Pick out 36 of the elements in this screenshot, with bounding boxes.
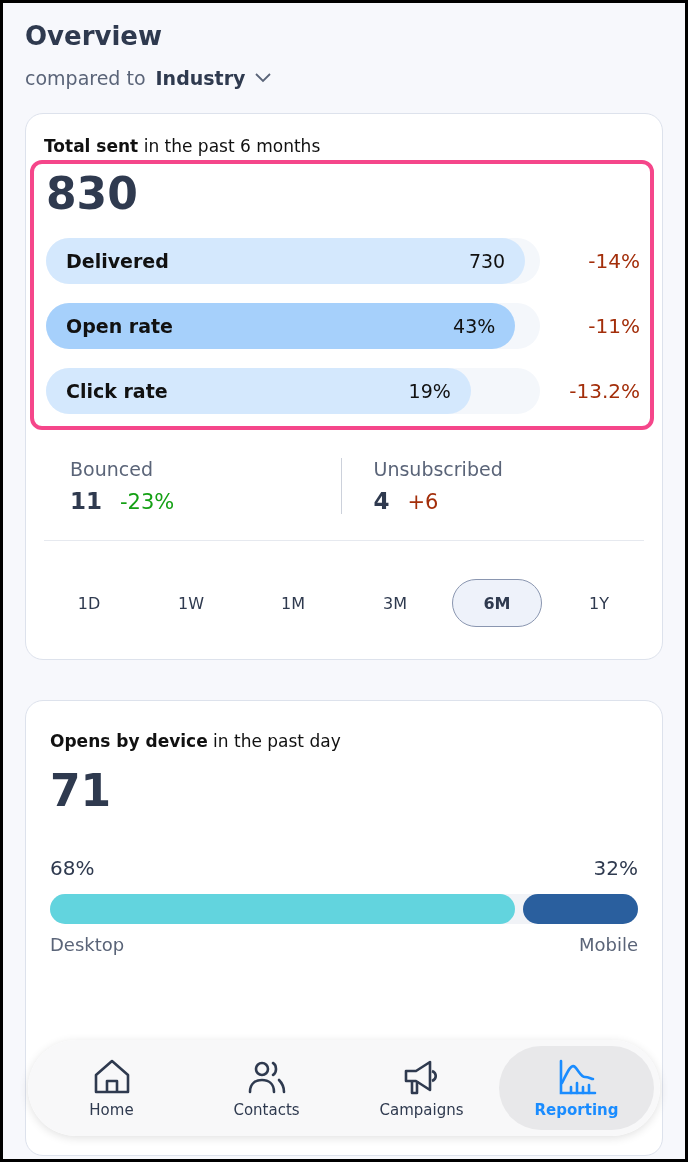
share-value: 68% xyxy=(50,856,95,880)
stat-label: Unsubscribed xyxy=(373,458,504,480)
range-tab[interactable]: 6M xyxy=(452,579,542,627)
total-value: 830 xyxy=(46,168,139,219)
metric-change: -11% xyxy=(587,314,640,338)
metric-value: 19% xyxy=(408,380,451,402)
stat-value: 4 xyxy=(373,488,390,514)
page-title: Overview xyxy=(25,21,164,51)
nav-tab[interactable]: Home xyxy=(34,1046,189,1130)
metric-value: 43% xyxy=(453,315,496,337)
card-title: Opens by device in the past day xyxy=(50,731,342,751)
stat-change: +6 xyxy=(407,490,439,514)
nav-tab[interactable]: Campaigns xyxy=(344,1046,499,1130)
card-title: Total sent in the past 6 months xyxy=(44,136,322,156)
range-tab[interactable]: 1Y xyxy=(554,579,644,627)
nav-tab[interactable]: Contacts xyxy=(189,1046,344,1130)
share-value: 32% xyxy=(593,856,638,880)
metric-change: -14% xyxy=(587,249,640,273)
compare-dropdown[interactable]: Industry xyxy=(155,67,246,89)
stat-label: Bounced xyxy=(70,458,154,480)
range-tab[interactable]: 1D xyxy=(44,579,134,627)
range-tab[interactable]: 1M xyxy=(248,579,338,627)
total-value: 71 xyxy=(50,765,113,816)
metric-value: 730 xyxy=(468,250,506,272)
metric-label: Open rate xyxy=(66,315,173,337)
metric-change: -13.2% xyxy=(568,379,640,403)
compare-label: compared to xyxy=(25,67,146,89)
metric-label: Delivered xyxy=(66,250,169,272)
range-tab[interactable]: 3M xyxy=(350,579,440,627)
device-label: Desktop xyxy=(50,934,125,955)
range-tab[interactable]: 1W xyxy=(146,579,236,627)
chevron-down-icon[interactable] xyxy=(255,73,272,83)
metric-label: Click rate xyxy=(66,380,168,402)
device-label: Mobile xyxy=(578,934,638,955)
stat-change: -23% xyxy=(120,490,175,514)
stat-value: 11 xyxy=(70,488,102,514)
